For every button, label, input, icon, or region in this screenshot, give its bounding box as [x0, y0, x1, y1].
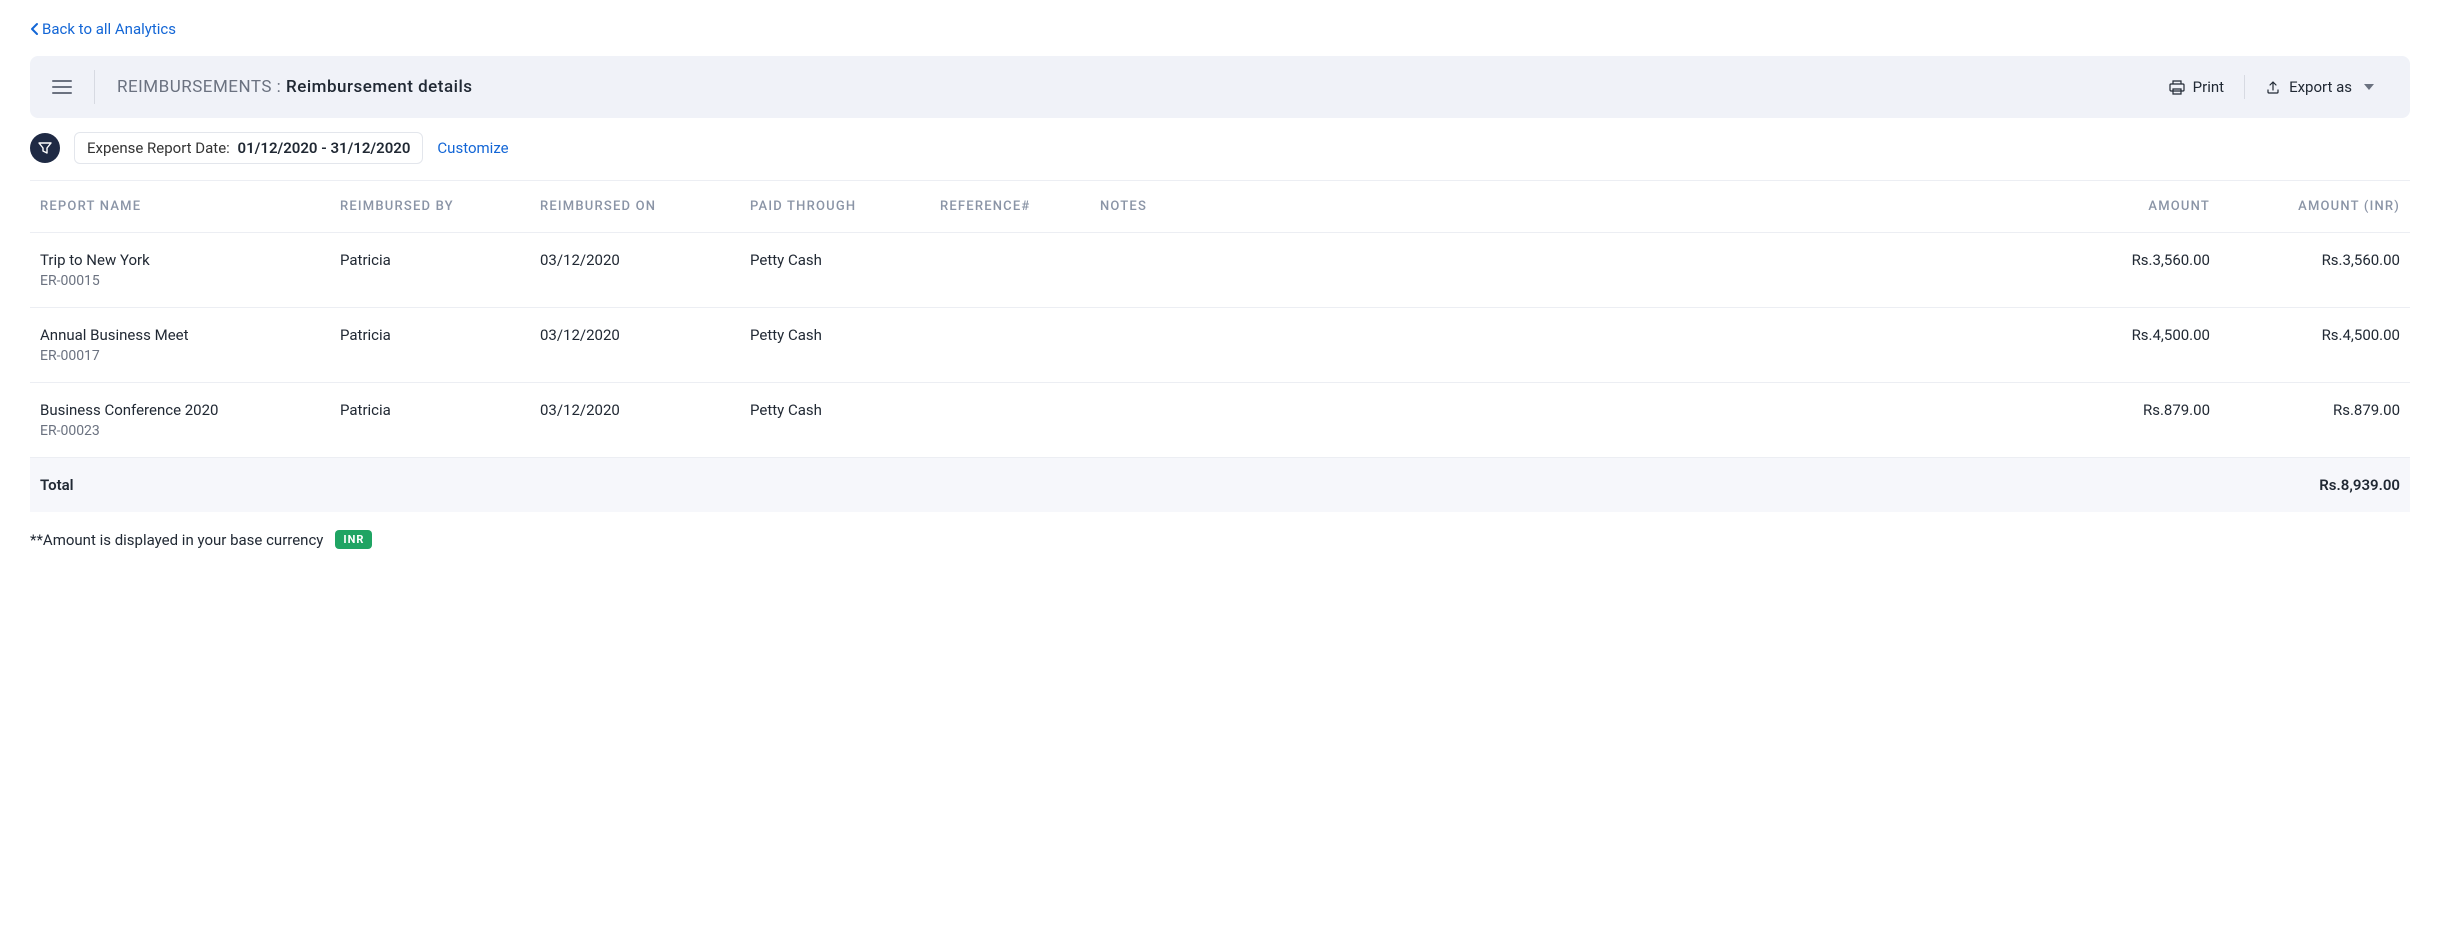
filter-row: Expense Report Date: 01/12/2020 - 31/12/… [30, 132, 2410, 164]
report-name: Trip to New York [40, 251, 340, 269]
total-label: Total [40, 476, 340, 494]
menu-toggle-button[interactable] [52, 77, 72, 97]
page-header-bar: REIMBURSEMENTS : Reimbursement details P… [30, 56, 2410, 118]
amount: Rs.879.00 [1180, 401, 2210, 419]
amount: Rs.3,560.00 [1180, 251, 2210, 269]
col-reimbursed-on[interactable]: REIMBURSED ON [540, 199, 750, 214]
amount-inr: Rs.3,560.00 [2210, 251, 2400, 269]
col-reference[interactable]: REFERENCE# [940, 199, 1100, 214]
total-amount-inr: Rs.8,939.00 [2210, 476, 2400, 494]
date-filter-label: Expense Report Date: [87, 139, 230, 157]
export-button-label: Export as [2289, 78, 2352, 96]
reimbursed-by: Patricia [340, 251, 540, 269]
export-button[interactable]: Export as [2251, 72, 2388, 102]
reimbursed-on: 03/12/2020 [540, 251, 750, 269]
table-header: REPORT NAME REIMBURSED BY REIMBURSED ON … [30, 181, 2410, 233]
reimbursements-table: REPORT NAME REIMBURSED BY REIMBURSED ON … [30, 180, 2410, 512]
reimbursed-by: Patricia [340, 326, 540, 344]
breadcrumb-page: Reimbursement details [286, 77, 473, 97]
export-icon [2265, 79, 2281, 95]
table-row[interactable]: Annual Business Meet ER-00017Patricia03/1… [30, 308, 2410, 383]
amount: Rs.4,500.00 [1180, 326, 2210, 344]
customize-link[interactable]: Customize [437, 139, 508, 157]
report-code: ER-00023 [40, 423, 340, 439]
report-name: Business Conference 2020 [40, 401, 340, 419]
col-reimbursed-by[interactable]: REIMBURSED BY [340, 199, 540, 214]
report-code: ER-00017 [40, 348, 340, 364]
reimbursed-on: 03/12/2020 [540, 326, 750, 344]
col-paid-through[interactable]: PAID THROUGH [750, 199, 940, 214]
breadcrumb: REIMBURSEMENTS : Reimbursement details [117, 77, 2155, 97]
col-notes[interactable]: NOTES [1100, 199, 1180, 214]
amount-inr: Rs.4,500.00 [2210, 326, 2400, 344]
table-row[interactable]: Trip to New York ER-00015Patricia03/12/20… [30, 233, 2410, 308]
col-report-name[interactable]: REPORT NAME [40, 199, 340, 214]
report-code: ER-00015 [40, 273, 340, 289]
footnote-text: **Amount is displayed in your base curre… [30, 531, 323, 549]
filter-button[interactable] [30, 133, 60, 163]
col-amount-inr[interactable]: AMOUNT (INR) [2210, 199, 2400, 214]
col-amount[interactable]: AMOUNT [1180, 199, 2210, 214]
divider [2244, 75, 2245, 99]
divider [94, 70, 95, 104]
table-row[interactable]: Business Conference 2020 ER-00023Patricia… [30, 383, 2410, 458]
breadcrumb-category: REIMBURSEMENTS [117, 77, 272, 97]
print-button[interactable]: Print [2155, 72, 2238, 102]
paid-through: Petty Cash [750, 251, 940, 269]
report-name: Annual Business Meet [40, 326, 340, 344]
print-button-label: Print [2193, 78, 2224, 96]
chevron-down-icon [2364, 84, 2374, 90]
paid-through: Petty Cash [750, 326, 940, 344]
chevron-left-icon [30, 22, 40, 36]
footnote: **Amount is displayed in your base curre… [30, 530, 2410, 549]
total-row: Total Rs.8,939.00 [30, 458, 2410, 512]
reimbursed-by: Patricia [340, 401, 540, 419]
date-filter-chip[interactable]: Expense Report Date: 01/12/2020 - 31/12/… [74, 132, 423, 164]
paid-through: Petty Cash [750, 401, 940, 419]
amount-inr: Rs.879.00 [2210, 401, 2400, 419]
date-filter-value: 01/12/2020 - 31/12/2020 [238, 139, 411, 157]
print-icon [2169, 79, 2185, 95]
filter-icon [38, 141, 52, 155]
back-link-label: Back to all Analytics [42, 20, 176, 38]
currency-badge: INR [335, 530, 372, 549]
reimbursed-on: 03/12/2020 [540, 401, 750, 419]
back-to-analytics-link[interactable]: Back to all Analytics [30, 20, 176, 38]
